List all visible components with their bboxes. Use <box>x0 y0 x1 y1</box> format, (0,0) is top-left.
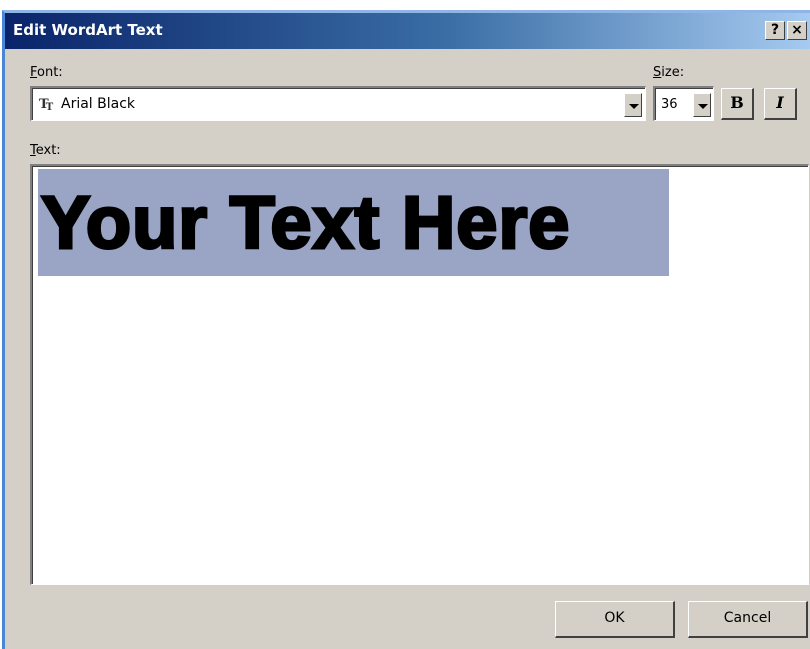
font-label: Font: <box>30 65 63 80</box>
italic-button[interactable]: I <box>764 88 797 120</box>
ok-button[interactable]: OK <box>555 601 675 638</box>
text-label: Text: <box>30 143 61 158</box>
edit-wordart-dialog: Edit WordArt Text ? × Font: Size: TT Ari… <box>2 10 810 649</box>
truetype-font-icon: TT <box>39 97 53 113</box>
wordart-text-field: Your Text Here <box>32 166 808 584</box>
font-dropdown[interactable]: TT Arial Black <box>30 86 646 121</box>
size-dropdown-arrow-icon[interactable] <box>693 93 711 117</box>
font-value: Arial Black <box>61 96 136 112</box>
dialog-titlebar[interactable]: Edit WordArt Text ? × <box>5 13 810 49</box>
size-value: 36 <box>661 97 678 112</box>
dialog-title: Edit WordArt Text <box>13 21 163 39</box>
font-dropdown-arrow-icon[interactable] <box>624 93 642 117</box>
help-button[interactable]: ? <box>765 21 785 40</box>
size-label: Size: <box>653 65 684 80</box>
size-label-text: ize: <box>661 65 685 80</box>
font-dropdown-field: TT Arial Black <box>32 88 645 120</box>
size-dropdown[interactable]: 36 <box>653 86 714 121</box>
size-dropdown-field: 36 <box>655 88 713 120</box>
text-label-text: ext: <box>35 143 61 158</box>
wordart-text-input[interactable]: Your Text Here <box>30 164 809 585</box>
cancel-button[interactable]: Cancel <box>688 601 808 638</box>
help-icon: ? <box>770 22 780 38</box>
font-label-mnemonic: F <box>30 65 38 80</box>
wordart-text-content: Your Text Here <box>39 181 571 264</box>
close-button[interactable]: × <box>787 21 807 40</box>
font-label-text: ont: <box>37 65 63 80</box>
bold-button[interactable]: B <box>721 88 754 120</box>
close-icon: × <box>791 22 803 38</box>
